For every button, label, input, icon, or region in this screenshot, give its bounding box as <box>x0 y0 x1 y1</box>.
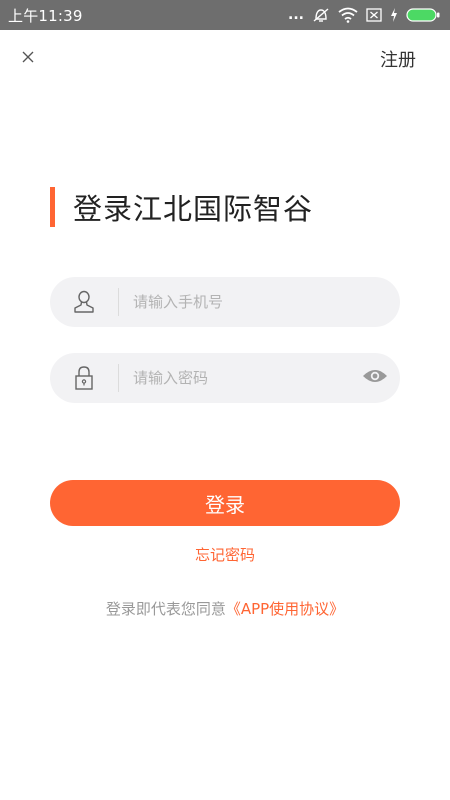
alarm-off-icon <box>312 7 330 23</box>
password-input[interactable] <box>119 352 350 404</box>
battery-icon <box>406 7 440 23</box>
title-accent-bar <box>50 187 55 227</box>
status-dots: ... <box>288 7 304 23</box>
close-icon <box>21 49 35 68</box>
status-time: 上午11:39 <box>8 6 83 25</box>
phone-input[interactable] <box>119 276 400 328</box>
lock-icon <box>50 365 118 391</box>
wifi-icon <box>338 7 358 23</box>
close-button[interactable] <box>14 44 42 72</box>
toggle-password-visibility-button[interactable] <box>350 368 400 388</box>
charging-icon <box>390 8 398 22</box>
agreement-link[interactable]: 《APP使用协议》 <box>226 600 344 618</box>
register-link[interactable]: 注册 <box>380 46 416 72</box>
user-icon <box>50 290 118 314</box>
phone-field <box>50 276 400 328</box>
status-icons: ... <box>288 7 440 23</box>
eye-icon <box>362 368 388 388</box>
password-field <box>50 352 400 404</box>
sim-icon <box>366 8 382 22</box>
status-bar: 上午11:39 ... <box>0 0 450 30</box>
agreement-text: 登录即代表您同意《APP使用协议》 <box>0 598 450 619</box>
agreement-prefix: 登录即代表您同意 <box>105 600 226 618</box>
forgot-password-link[interactable]: 忘记密码 <box>0 544 450 565</box>
page-title: 登录江北国际智谷 <box>73 192 314 226</box>
login-button[interactable]: 登录 <box>50 480 400 526</box>
page-title-wrap: 登录江北国际智谷 <box>50 186 313 228</box>
